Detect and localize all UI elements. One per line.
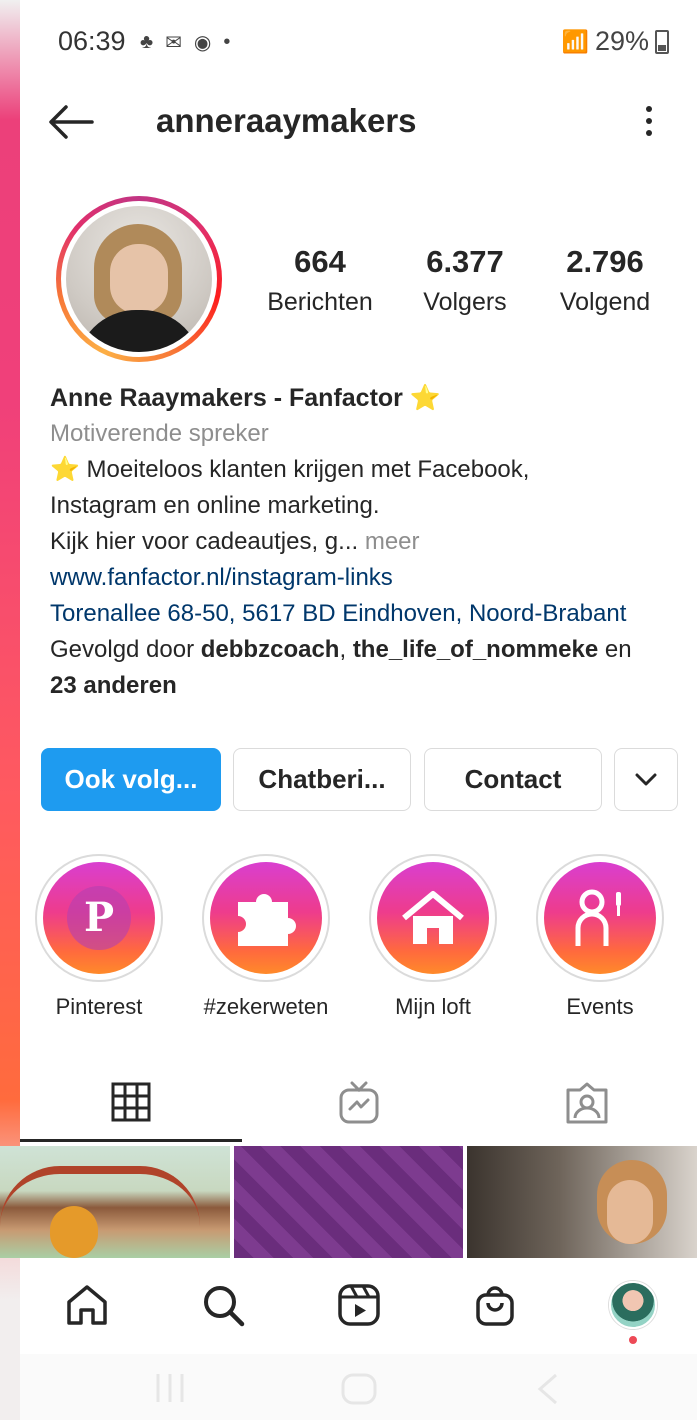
post-thumbnail[interactable] [0, 1146, 230, 1258]
status-bar: 06:39 ♣ ✉ ◉ • 📶 29% [20, 0, 697, 84]
username-title: anneraaymakers [156, 102, 417, 139]
tab-posts-grid[interactable] [20, 1064, 242, 1142]
shop-icon [476, 1286, 514, 1326]
profile-avatar [609, 1281, 657, 1329]
tagged-icon [566, 1082, 608, 1124]
nav-home[interactable] [62, 1280, 112, 1330]
suggestions-dropdown-button[interactable] [614, 748, 678, 811]
notification-icons: ♣ ✉ ◉ • [140, 30, 230, 55]
followed-by-others[interactable]: 23 anderen [50, 672, 177, 699]
bio-website-link[interactable]: www.fanfactor.nl/instagram-links [50, 560, 690, 596]
profile-category: Motiverende spreker [50, 420, 269, 447]
phone-screen: 06:39 ♣ ✉ ◉ • 📶 29% anneraaymakers 664 B… [0, 0, 697, 1420]
bio-address-link[interactable]: Torenallee 68-50, 5617 BD Eindhoven, Noo… [50, 596, 690, 632]
profile-photo [66, 206, 212, 352]
nav-search[interactable] [198, 1280, 248, 1330]
message-button[interactable]: Chatberi... [233, 748, 411, 811]
bottom-navigation [20, 1258, 697, 1354]
stat-followers[interactable]: 6.377 Volgers [400, 244, 530, 317]
back-button-icon[interactable] [534, 1372, 560, 1406]
stat-following[interactable]: 2.796 Volgend [540, 244, 670, 317]
pinterest-icon: P [67, 886, 131, 950]
highlight-events[interactable]: Events [535, 854, 665, 1020]
nav-profile[interactable] [608, 1280, 658, 1344]
svg-text:P: P [84, 894, 114, 941]
bio-line: ⭐ Moeiteloos klanten krijgen met Faceboo… [50, 456, 530, 483]
profile-name: Anne Raaymakers - Fanfactor ⭐ [50, 384, 441, 412]
home-icon [67, 1285, 107, 1325]
highlight-mijn-loft[interactable]: Mijn loft [368, 854, 498, 1020]
dot-icon: • [223, 31, 231, 53]
profile-header-bar: anneraaymakers [20, 90, 697, 154]
tab-igtv[interactable] [248, 1064, 470, 1142]
chevron-down-icon [635, 773, 657, 785]
post-thumbnail[interactable] [467, 1146, 697, 1258]
system-navigation-bar [20, 1354, 697, 1420]
status-time: 06:39 [58, 26, 126, 56]
profile-tabs [20, 1064, 697, 1144]
more-link[interactable]: meer [358, 528, 420, 555]
back-arrow-icon[interactable] [48, 104, 94, 140]
status-right: 📶 29% [562, 26, 669, 57]
follow-back-button[interactable]: Ook volg... [41, 748, 221, 811]
puzzle-icon [238, 894, 296, 946]
profile-bio: Anne Raaymakers - Fanfactor ⭐ Motiverend… [50, 380, 690, 704]
highlight-zekerweten[interactable]: #zekerweten [201, 854, 331, 1020]
posts-grid [0, 1146, 697, 1258]
post-thumbnail[interactable] [233, 1146, 464, 1258]
person-mic-icon [575, 889, 621, 946]
nav-reels[interactable] [334, 1280, 384, 1330]
wifi-icon: 📶 [561, 28, 589, 54]
followed-by[interactable]: Gevolgd door debbzcoach, the_life_of_nom… [50, 632, 690, 668]
mail-icon: ✉ [165, 32, 182, 54]
reels-icon [338, 1284, 380, 1326]
nav-shop[interactable] [470, 1280, 520, 1330]
profile-avatar-story-ring[interactable] [56, 196, 222, 362]
bio-line-truncated: Kijk hier voor cadeautjes, g... meer [50, 528, 420, 555]
notification-icon: ♣ [140, 31, 154, 53]
bio-line: Instagram en online marketing. [50, 492, 380, 519]
home-button-icon[interactable] [340, 1372, 378, 1406]
stat-posts[interactable]: 664 Berichten [260, 244, 380, 317]
more-options-icon[interactable] [645, 106, 653, 138]
contact-button[interactable]: Contact [424, 748, 602, 811]
battery-text: 29% [594, 26, 649, 56]
recent-apps-icon[interactable] [152, 1372, 188, 1404]
search-icon [204, 1286, 245, 1327]
igtv-icon [339, 1081, 379, 1124]
home-icon [402, 891, 464, 944]
app-icon: ◉ [193, 32, 212, 54]
tab-tagged[interactable] [476, 1064, 697, 1142]
notification-dot [629, 1336, 637, 1344]
battery-icon [655, 29, 669, 54]
highlight-pinterest[interactable]: P Pinterest [34, 854, 164, 1020]
grid-icon [111, 1082, 151, 1121]
